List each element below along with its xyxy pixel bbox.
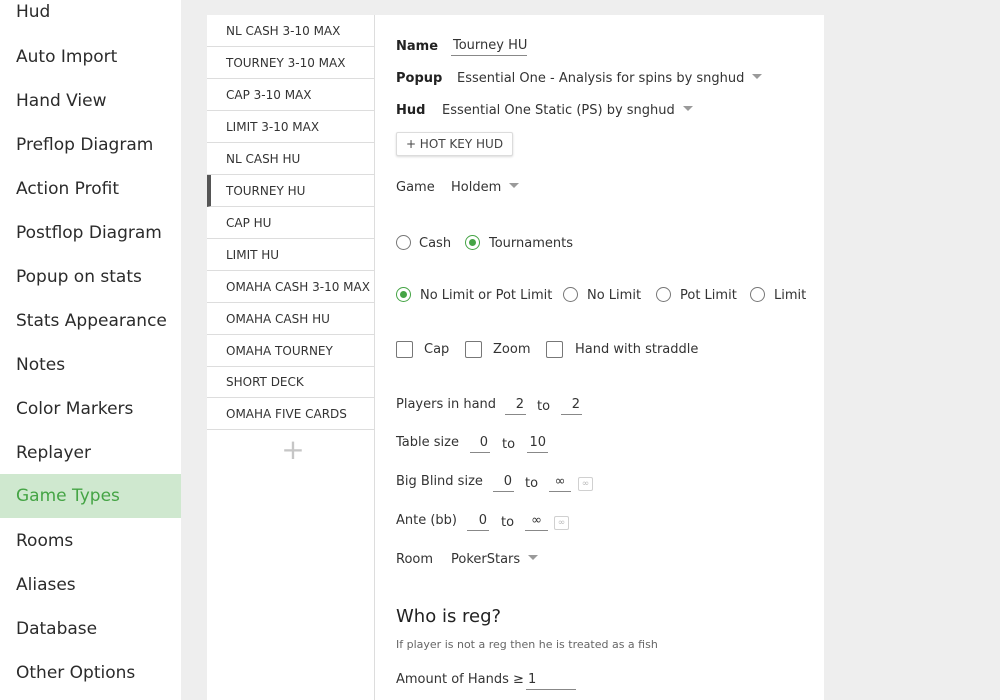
limit-radio[interactable] <box>750 287 765 302</box>
game-type-list: NL CASH 3-10 MAX TOURNEY 3-10 MAX CAP 3-… <box>207 15 375 700</box>
players-from-input[interactable]: 2 <box>505 397 526 415</box>
game-type-item[interactable]: NL CASH 3-10 MAX <box>207 15 375 47</box>
zoom-checkbox[interactable] <box>465 341 482 358</box>
room-dropdown[interactable]: PokerStars <box>451 552 539 567</box>
hud-dropdown[interactable]: Essential One Static (PS) by snghud <box>442 103 693 118</box>
game-type-item[interactable]: CAP HU <box>207 207 375 239</box>
nav-item-action-profit[interactable]: Action Profit <box>0 167 181 211</box>
cash-radio[interactable] <box>396 235 411 250</box>
table-size-to-input[interactable]: 10 <box>527 435 548 453</box>
tournaments-radio-label: Tournaments <box>489 236 574 251</box>
game-dropdown-value: Holdem <box>451 180 502 195</box>
no-limit-label: No Limit <box>587 288 642 303</box>
nav-item-database[interactable]: Database <box>0 607 181 651</box>
cap-checkbox-label: Cap <box>424 342 450 357</box>
who-is-reg-title: Who is reg? <box>396 606 502 627</box>
nav-item-preflop-diagram[interactable]: Preflop Diagram <box>0 123 181 167</box>
nav-item-game-types[interactable]: Game Types <box>0 474 181 518</box>
table-size-label: Table size <box>396 435 459 450</box>
nav-item-replayer[interactable]: Replayer <box>0 431 181 475</box>
hand-with-straddle-checkbox[interactable] <box>546 341 563 358</box>
room-dropdown-value: PokerStars <box>451 552 521 567</box>
popup-label: Popup <box>396 71 443 86</box>
who-is-reg-hint: If player is not a reg then he is treate… <box>396 638 658 651</box>
game-type-item[interactable]: TOURNEY 3-10 MAX <box>207 47 375 79</box>
game-type-item-selected[interactable]: TOURNEY HU <box>207 175 375 207</box>
limit-label: Limit <box>774 288 807 303</box>
game-type-item[interactable]: CAP 3-10 MAX <box>207 79 375 111</box>
players-to-input[interactable]: 2 <box>561 397 582 415</box>
popup-dropdown[interactable]: Essential One - Analysis for spins by sn… <box>457 71 763 86</box>
hot-key-hud-button[interactable]: + HOT KEY HUD <box>396 132 513 156</box>
big-blind-to-input[interactable]: ∞ <box>549 474 571 492</box>
ante-from-input[interactable]: 0 <box>467 513 489 531</box>
hand-with-straddle-label: Hand with straddle <box>575 342 699 357</box>
pot-limit-label: Pot Limit <box>680 288 737 303</box>
nav-item-rooms[interactable]: Rooms <box>0 519 181 563</box>
game-label: Game <box>396 180 435 195</box>
nav-item-notes[interactable]: Notes <box>0 343 181 387</box>
game-type-item[interactable]: OMAHA TOURNEY <box>207 335 375 367</box>
name-input[interactable]: Tourney HU <box>451 38 527 56</box>
game-type-item[interactable]: LIMIT 3-10 MAX <box>207 111 375 143</box>
nav-item-other-options[interactable]: Other Options <box>0 651 181 695</box>
big-blind-from-input[interactable]: 0 <box>493 474 514 492</box>
ante-to-input[interactable]: ∞ <box>525 513 548 531</box>
big-blind-to-label: to <box>525 476 539 491</box>
nav-item-hud[interactable]: Hud <box>0 0 181 34</box>
tournaments-radio[interactable] <box>465 235 480 250</box>
ante-to-label: to <box>501 515 515 530</box>
settings-sidebar: Hud Auto Import Hand View Preflop Diagra… <box>0 0 181 700</box>
amount-of-hands-label: Amount of Hands ≥ <box>396 672 524 687</box>
hud-dropdown-value: Essential One Static (PS) by snghud <box>442 103 675 118</box>
big-blind-size-label: Big Blind size <box>396 474 483 489</box>
nav-item-postflop-diagram[interactable]: Postflop Diagram <box>0 211 181 255</box>
game-type-item[interactable]: OMAHA CASH HU <box>207 303 375 335</box>
popup-dropdown-value: Essential One - Analysis for spins by sn… <box>457 71 745 86</box>
table-size-to-label: to <box>502 437 516 452</box>
nav-item-stats-appearance[interactable]: Stats Appearance <box>0 299 181 343</box>
chevron-down-icon <box>509 183 520 188</box>
pot-limit-radio[interactable] <box>656 287 671 302</box>
nav-item-auto-import[interactable]: Auto Import <box>0 35 181 79</box>
chevron-down-icon <box>528 555 539 560</box>
zoom-checkbox-label: Zoom <box>493 342 531 357</box>
infinity-toggle-icon[interactable]: ∞ <box>578 477 593 491</box>
nav-item-color-markers[interactable]: Color Markers <box>0 387 181 431</box>
nav-item-hand-view[interactable]: Hand View <box>0 79 181 123</box>
cap-checkbox[interactable] <box>396 341 413 358</box>
nav-item-popup-on-stats[interactable]: Popup on stats <box>0 255 181 299</box>
room-label: Room <box>396 552 434 567</box>
no-limit-or-pot-limit-label: No Limit or Pot Limit <box>420 288 553 303</box>
add-game-type-icon[interactable]: + <box>281 433 305 467</box>
ante-label: Ante (bb) <box>396 513 458 528</box>
game-type-item[interactable]: OMAHA FIVE CARDS <box>207 398 375 430</box>
players-to-label: to <box>537 399 551 414</box>
game-type-item[interactable]: SHORT DECK <box>207 366 375 398</box>
table-size-from-input[interactable]: 0 <box>470 435 490 453</box>
name-label: Name <box>396 39 439 54</box>
amount-of-hands-input[interactable]: 1 <box>526 672 576 690</box>
game-dropdown[interactable]: Holdem <box>451 180 520 195</box>
infinity-toggle-icon[interactable]: ∞ <box>554 516 569 530</box>
no-limit-radio[interactable] <box>563 287 578 302</box>
game-type-item[interactable]: OMAHA CASH 3-10 MAX <box>207 271 375 303</box>
chevron-down-icon <box>752 74 763 79</box>
players-in-hand-label: Players in hand <box>396 397 497 412</box>
hud-label: Hud <box>396 103 426 118</box>
cash-radio-label: Cash <box>419 236 452 251</box>
game-type-item[interactable]: LIMIT HU <box>207 239 375 271</box>
no-limit-or-pot-limit-radio[interactable] <box>396 287 411 302</box>
nav-item-aliases[interactable]: Aliases <box>0 563 181 607</box>
chevron-down-icon <box>682 106 693 111</box>
game-type-item[interactable]: NL CASH HU <box>207 143 375 175</box>
